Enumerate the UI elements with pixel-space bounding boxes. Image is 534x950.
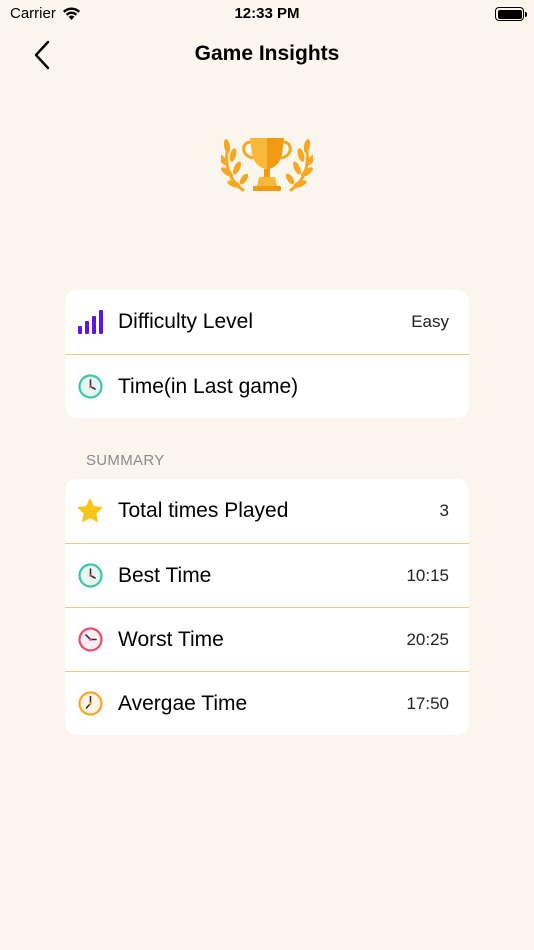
row-value: 17:50: [406, 693, 449, 713]
total-played-row: Total times Played 3: [65, 479, 469, 543]
difficulty-level-row: Difficulty Level Easy: [65, 290, 469, 354]
battery-icon: [495, 7, 527, 21]
clock-teal-icon: [77, 563, 103, 589]
trophy-icon: [221, 138, 313, 192]
row-value: Easy: [411, 312, 449, 331]
summary-card: Total times Played 3 Best Time 10:15 Wor…: [65, 479, 469, 735]
status-time: 12:33 PM: [234, 5, 300, 22]
worst-time-row: Worst Time 20:25: [65, 607, 469, 671]
last-game-time-row: Time(in Last game): [65, 354, 469, 418]
row-label: Avergae Time: [118, 691, 248, 715]
details-card: Difficulty Level Easy Time(in Last game): [65, 290, 469, 418]
clock-teal-icon: [77, 374, 103, 400]
clock-red-icon: [77, 627, 103, 653]
row-label: Best Time: [118, 563, 212, 587]
signal-bars-icon: [77, 309, 103, 335]
best-time-row: Best Time 10:15: [65, 543, 469, 607]
clock-orange-icon: [77, 691, 103, 717]
average-time-row: Avergae Time 17:50: [65, 671, 469, 735]
navigation-bar: Game Insights: [0, 30, 534, 80]
row-label: Total times Played: [118, 499, 289, 522]
page-title: Game Insights: [194, 42, 340, 65]
row-value: 20:25: [406, 629, 449, 649]
row-label: Difficulty Level: [118, 310, 254, 333]
row-label: Worst Time: [118, 627, 224, 651]
row-value: 3: [439, 501, 449, 520]
summary-header: SUMMARY: [86, 452, 165, 469]
status-bar: Carrier 12:33 PM: [0, 0, 534, 28]
star-icon: [77, 498, 103, 524]
row-value: 10:15: [406, 565, 449, 585]
row-label: Time(in Last game): [118, 374, 299, 398]
